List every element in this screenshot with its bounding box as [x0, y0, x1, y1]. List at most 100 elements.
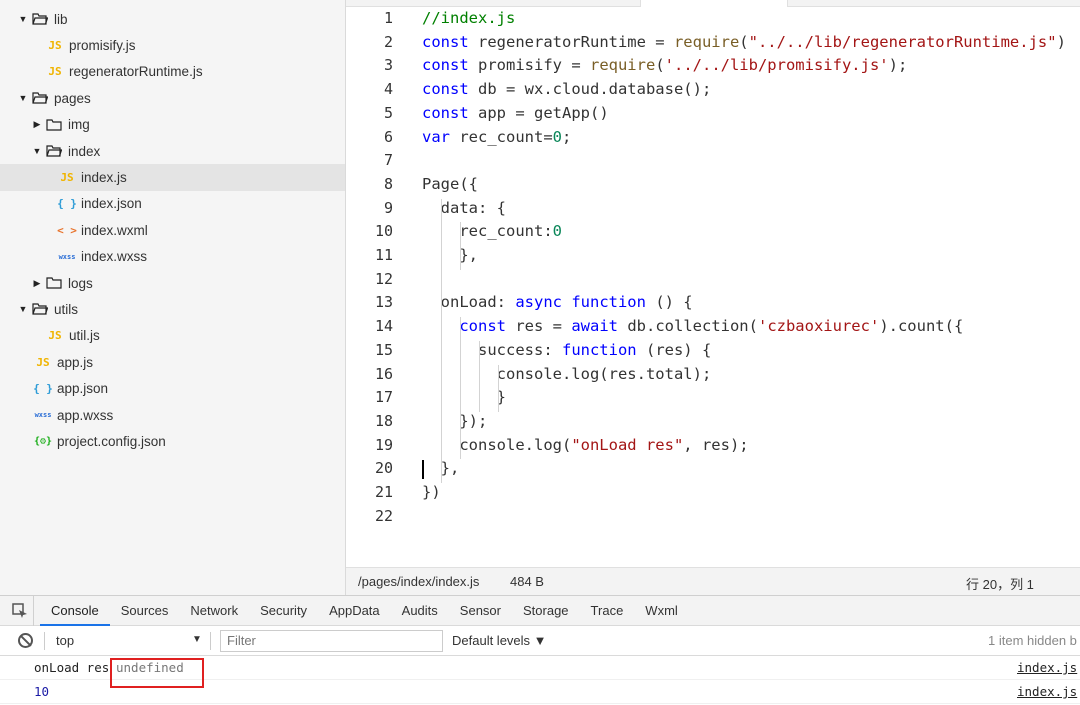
line-number: 10	[374, 222, 393, 241]
devtools-tab-audits[interactable]: Audits	[391, 596, 449, 626]
code-line[interactable]: 15 success: function (res) {	[346, 339, 1080, 363]
indent-guide	[460, 317, 461, 460]
tree-folder-logs[interactable]: ▶ logs	[0, 270, 345, 296]
wxss-file-icon: wxss	[58, 252, 76, 261]
tree-file-app-wxss[interactable]: wxss app.wxss	[0, 402, 345, 428]
code-line[interactable]: 10 rec_count:0	[346, 220, 1080, 244]
tree-folder-index[interactable]: ▼ index	[0, 138, 345, 164]
code-line[interactable]: 18 });	[346, 410, 1080, 434]
caret-right-icon[interactable]: ▶	[32, 119, 42, 130]
devtools-tab-network[interactable]: Network	[179, 596, 249, 626]
tree-item-label: index	[68, 143, 101, 159]
code-text: });	[422, 411, 488, 430]
indent-guide	[460, 222, 461, 270]
tree-folder-utils[interactable]: ▼ utils	[0, 296, 345, 322]
console-source-link[interactable]: index.js	[1017, 656, 1077, 680]
tree-folder-lib[interactable]: ▼ lib	[0, 6, 345, 32]
line-number: 19	[374, 435, 393, 454]
json-file-icon: { }	[57, 197, 77, 211]
devtools-tab-console[interactable]: Console	[40, 596, 110, 626]
folder-open-icon	[32, 92, 49, 104]
tree-item-label: utils	[54, 301, 79, 317]
log-levels-select[interactable]: Default levels ▼	[452, 633, 547, 648]
code-line[interactable]: 1 //index.js	[346, 7, 1080, 31]
code-line[interactable]: 14 const res = await db.collection('czba…	[346, 315, 1080, 339]
code-text: const db = wx.cloud.database();	[422, 80, 712, 99]
caret-down-icon[interactable]: ▼	[18, 304, 28, 314]
caret-down-icon[interactable]: ▼	[18, 93, 28, 103]
devtools-tab-sources[interactable]: Sources	[110, 596, 180, 626]
tree-item-label: pages	[54, 90, 91, 106]
code-line[interactable]: 3 const promisify = require('../../lib/pr…	[346, 54, 1080, 78]
caret-down-icon[interactable]: ▼	[18, 14, 28, 24]
code-line[interactable]: 11 },	[346, 244, 1080, 268]
tree-item-label: regeneratorRuntime.js	[69, 64, 203, 80]
tree-item-label: project.config.json	[57, 433, 166, 449]
code-line[interactable]: 16 console.log(res.total);	[346, 363, 1080, 387]
tree-file-regeneratorRuntime-js[interactable]: JS regeneratorRuntime.js	[0, 59, 345, 85]
tree-item-label: index.wxml	[81, 222, 148, 238]
context-select[interactable]: top	[56, 633, 74, 648]
devtools-tab-storage[interactable]: Storage	[512, 596, 580, 626]
tree-file-app-json[interactable]: { } app.json	[0, 375, 345, 401]
code-line[interactable]: 4 const db = wx.cloud.database();	[346, 78, 1080, 102]
code-line[interactable]: 19 console.log("onLoad res", res);	[346, 434, 1080, 458]
code-line[interactable]: 13 onLoad: async function () {	[346, 291, 1080, 315]
line-number: 20	[374, 459, 393, 478]
tree-file-index-wxss[interactable]: wxss index.wxss	[0, 244, 345, 270]
tree-file-util-js[interactable]: JS util.js	[0, 323, 345, 349]
code-line[interactable]: 7	[346, 149, 1080, 173]
code-line[interactable]: 17 }	[346, 386, 1080, 410]
code-line[interactable]: 21})	[346, 481, 1080, 505]
wxml-file-icon: < >	[57, 223, 77, 237]
js-file-icon: JS	[36, 355, 50, 369]
context-dropdown-icon[interactable]: ▼	[192, 634, 202, 645]
code-line[interactable]: 22	[346, 505, 1080, 529]
code-line[interactable]: 2 const regeneratorRuntime = require("../…	[346, 31, 1080, 55]
code-line[interactable]: 12	[346, 268, 1080, 292]
tree-file-app-js[interactable]: JS app.js	[0, 349, 345, 375]
tree-file-index-js[interactable]: JS index.js	[0, 164, 345, 191]
devtools-tab-trace[interactable]: Trace	[580, 596, 635, 626]
tree-folder-pages[interactable]: ▼ pages	[0, 85, 345, 111]
console-filter-input[interactable]: Filter	[220, 630, 443, 652]
code-text: rec_count:0	[422, 222, 562, 241]
line-number: 12	[374, 269, 393, 288]
caret-down-icon[interactable]: ▼	[32, 146, 42, 156]
devtools-tab-security[interactable]: Security	[249, 596, 318, 626]
tree-item-label: index.json	[81, 196, 142, 212]
tree-item-label: img	[68, 117, 90, 133]
highlight-box	[110, 658, 204, 688]
tree-file-index-wxml[interactable]: < > index.wxml	[0, 217, 345, 243]
line-number: 21	[374, 483, 393, 501]
code-line[interactable]: 9 data: {	[346, 197, 1080, 221]
js-file-icon: JS	[60, 171, 74, 185]
code-line[interactable]: 5 const app = getApp()	[346, 102, 1080, 126]
console-source-link[interactable]: index.js	[1017, 680, 1077, 704]
tree-item-label: index.js	[81, 170, 127, 186]
code-text: var rec_count=0;	[422, 127, 572, 146]
devtools-tab-appdata[interactable]: AppData	[318, 596, 391, 626]
code-line[interactable]: 8 Page({	[346, 173, 1080, 197]
code-text: success: function (res) {	[422, 340, 712, 359]
tree-folder-img[interactable]: ▶ img	[0, 112, 345, 138]
code-editor[interactable]: 1 //index.js 2 const regeneratorRuntime = r…	[346, 7, 1080, 567]
tree-file-project-config-json[interactable]: {⚙} project.config.json	[0, 428, 345, 454]
devtools-tab-sensor[interactable]: Sensor	[449, 596, 512, 626]
inspect-element-icon[interactable]	[6, 595, 34, 626]
code-line[interactable]: 6 var rec_count=0;	[346, 126, 1080, 150]
clear-console-icon[interactable]	[18, 633, 33, 648]
caret-right-icon[interactable]: ▶	[32, 278, 42, 289]
line-number: 15	[374, 340, 393, 359]
devtools-tab-wxml[interactable]: Wxml	[634, 596, 689, 626]
tree-file-promisify-js[interactable]: JS promisify.js	[0, 32, 345, 58]
code-text: Page({	[422, 174, 478, 193]
indent-guide	[479, 340, 480, 412]
line-number: 6	[383, 127, 393, 146]
tree-file-index-json[interactable]: { } index.json	[0, 191, 345, 217]
code-line[interactable]: 20 },	[346, 457, 1080, 481]
code-text: const promisify = require('../../lib/pro…	[422, 56, 908, 75]
console-toolbar: top ▼ Filter Default levels ▼ 1 item hid…	[0, 626, 1080, 656]
tree-item-label: app.json	[57, 381, 109, 397]
tree-item-label: lib	[54, 11, 68, 27]
